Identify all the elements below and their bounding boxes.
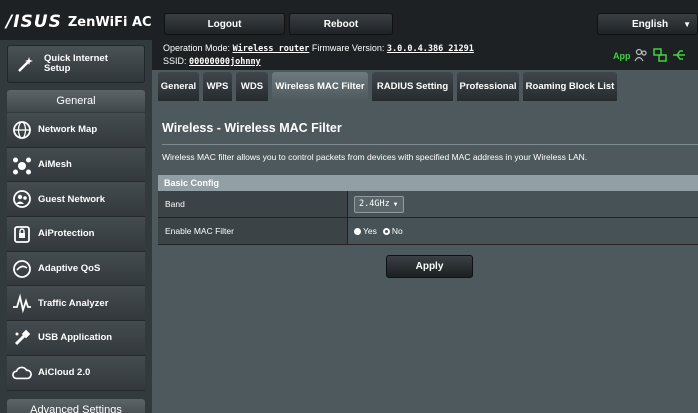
sidebar-item-label: AiCloud 2.0 [38, 367, 91, 379]
operation-mode-line: Operation Mode: Wireless router Firmware… [163, 43, 474, 54]
status-icons [634, 48, 686, 62]
enable-mac-filter-value-cell: Yes No [348, 218, 698, 244]
wand-icon [16, 54, 36, 74]
mac-filter-radio-group: Yes No [354, 226, 403, 236]
operation-mode-link[interactable]: Wireless router [233, 44, 310, 54]
page-description: Wireless MAC filter allows you to contro… [162, 152, 588, 162]
logout-button[interactable]: Logout [164, 13, 285, 35]
pulse-icon [12, 293, 32, 314]
gauge-icon [12, 259, 32, 279]
sidebar-item-usb-application[interactable]: USB Application [7, 321, 145, 356]
tab-professional[interactable]: Professional [457, 72, 519, 101]
radio-no[interactable]: No [382, 226, 403, 236]
radio-yes-indicator[interactable] [354, 227, 361, 235]
sidebar-item-guest-network[interactable]: Guest Network [7, 182, 145, 218]
general-section-header: General [7, 90, 145, 112]
model-name: ZenWiFi AC [67, 14, 152, 30]
brand-logo: /ISUS [6, 12, 62, 32]
advanced-settings-header: Advanced Settings [7, 399, 145, 413]
sidebar: Quick Internet Setup General Network Map… [0, 40, 152, 413]
top-bar: /ISUS ZenWiFi AC Logout Reboot English ▼ [0, 0, 698, 40]
radio-yes-label: Yes [363, 226, 377, 236]
mesh-icon [12, 155, 32, 175]
firmware-label: Firmware Version: [311, 43, 385, 53]
sidebar-item-aiprotection[interactable]: AiProtection [7, 217, 145, 252]
band-value-cell: 2.4GHz ▼ [348, 191, 698, 217]
quick-internet-setup-button[interactable]: Quick Internet Setup [7, 45, 145, 83]
sidebar-item-label: Guest Network [38, 193, 106, 205]
radio-no-indicator[interactable] [382, 227, 390, 235]
firmware-version-link[interactable]: 3.0.0.4.386_21291 [387, 44, 474, 54]
network-status-icon[interactable] [653, 48, 667, 62]
tab-wds[interactable]: WDS [236, 72, 268, 101]
basic-config-table: Basic Config Band 2.4GHz ▼ Enable MAC Fi… [158, 175, 698, 245]
cloud-icon [12, 363, 32, 383]
quick-setup-label: Quick Internet Setup [44, 53, 108, 74]
radio-no-label: No [391, 226, 403, 236]
tab-bar: General WPS WDS Wireless MAC Filter RADI… [158, 72, 621, 101]
band-label: Band [158, 191, 348, 217]
title-divider [162, 144, 698, 145]
enable-mac-filter-row: Enable MAC Filter Yes No [158, 218, 698, 245]
ssid-link[interactable]: 00000000johnny [189, 57, 261, 67]
radio-yes[interactable]: Yes [354, 226, 377, 236]
lock-icon [12, 224, 32, 244]
sidebar-item-traffic-analyzer[interactable]: Traffic Analyzer [7, 286, 145, 322]
apply-button[interactable]: Apply [386, 255, 473, 278]
sidebar-item-label: USB Application [38, 332, 113, 344]
tab-radius-setting[interactable]: RADIUS Setting [372, 72, 453, 101]
chevron-down-icon: ▼ [683, 20, 691, 29]
tab-wireless-mac-filter[interactable]: Wireless MAC Filter [272, 72, 368, 101]
asus-logo[interactable]: /ISUS ZenWiFi AC [6, 12, 152, 32]
main-content: Operation Mode: Wireless router Firmware… [152, 40, 698, 413]
settings-panel: Wireless - Wireless MAC Filter Wireless … [158, 101, 698, 413]
operation-mode-label: Operation Mode: [163, 43, 231, 53]
reboot-button[interactable]: Reboot [289, 13, 393, 35]
tab-roaming-block-list[interactable]: Roaming Block List [523, 72, 617, 101]
chevron-down-icon: ▼ [393, 200, 398, 208]
sidebar-item-aimesh[interactable]: AiMesh [7, 147, 145, 183]
ssid-line: SSID: 00000000johnny [163, 56, 261, 67]
sidebar-item-label: AiProtection [38, 228, 95, 240]
band-selected-value: 2.4GHz [359, 199, 390, 209]
page-title: Wireless - Wireless MAC Filter [162, 121, 342, 135]
clients-icon[interactable] [634, 48, 648, 62]
enable-mac-filter-label: Enable MAC Filter [158, 218, 348, 244]
ssid-label: SSID: [163, 56, 187, 66]
sidebar-item-label: Traffic Analyzer [38, 297, 109, 309]
status-bar: Operation Mode: Wireless router Firmware… [152, 40, 698, 70]
usb-status-icon[interactable] [672, 48, 686, 62]
users-icon [12, 189, 32, 209]
language-select[interactable]: English ▼ [597, 13, 698, 35]
tab-general[interactable]: General [158, 72, 199, 101]
app-link[interactable]: App [613, 51, 631, 61]
globe-icon [12, 120, 32, 140]
section-header: Basic Config [158, 175, 698, 191]
sidebar-item-label: Adaptive QoS [38, 263, 101, 275]
sidebar-item-label: Network Map [38, 124, 98, 136]
sidebar-menu: Network Map AiMesh Guest Network AiProte… [7, 113, 145, 391]
tab-wps[interactable]: WPS [203, 72, 232, 101]
usb-icon [12, 328, 32, 348]
language-label: English [632, 18, 669, 30]
band-select[interactable]: 2.4GHz ▼ [354, 195, 404, 213]
sidebar-item-adaptive-qos[interactable]: Adaptive QoS [7, 251, 145, 287]
sidebar-item-aicloud[interactable]: AiCloud 2.0 [7, 355, 145, 391]
sidebar-item-network-map[interactable]: Network Map [7, 113, 145, 148]
band-row: Band 2.4GHz ▼ [158, 191, 698, 218]
sidebar-item-label: AiMesh [38, 159, 72, 171]
